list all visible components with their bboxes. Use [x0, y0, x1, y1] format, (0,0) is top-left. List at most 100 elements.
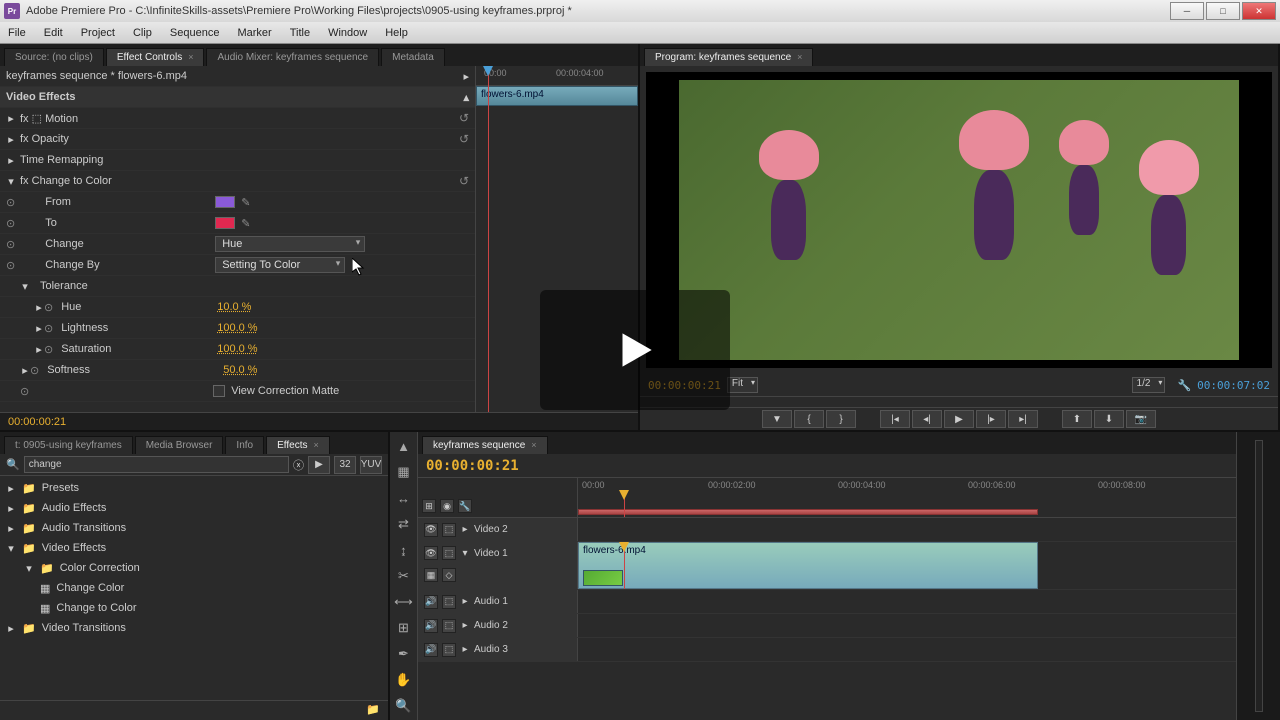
speaker-icon[interactable]: 🔊 [424, 595, 438, 609]
timeline-timecode[interactable]: 00:00:00:21 [426, 458, 519, 474]
program-preview[interactable] [646, 72, 1272, 368]
effect-time-remapping[interactable]: ▸ Time Remapping [0, 150, 475, 171]
clear-search-icon[interactable]: ⓧ [293, 457, 304, 473]
folder-video-transitions[interactable]: ▸📁Video Transitions [0, 618, 388, 638]
eye-icon[interactable]: 👁 [424, 546, 438, 560]
folder-audio-effects[interactable]: ▸📁Audio Effects [0, 498, 388, 518]
folder-presets[interactable]: ▸📁Presets [0, 478, 388, 498]
saturation-value[interactable]: 100.0 % [217, 343, 257, 355]
reset-icon[interactable]: ↺ [459, 174, 469, 188]
lift-button[interactable]: ⬆ [1062, 410, 1092, 428]
step-back-button[interactable]: ◂| [912, 410, 942, 428]
slide-tool[interactable]: ⊞ [394, 618, 414, 638]
tab-effects[interactable]: Effects× [266, 436, 330, 454]
reset-icon[interactable]: ↺ [459, 111, 469, 125]
menu-help[interactable]: Help [385, 27, 408, 39]
fx-badge-2[interactable]: 32 [334, 456, 356, 474]
folder-audio-transitions[interactable]: ▸📁Audio Transitions [0, 518, 388, 538]
close-icon[interactable]: × [188, 52, 193, 62]
mark-out-button[interactable]: { [794, 410, 824, 428]
fx-badge-1[interactable]: ▶ [308, 456, 330, 474]
pen-tool[interactable]: ✒ [394, 644, 414, 664]
effect-change-color[interactable]: ▦Change Color [0, 578, 388, 598]
menu-marker[interactable]: Marker [237, 27, 271, 39]
ec-timeline-ruler[interactable]: 00:00 00:00:04:00 [476, 66, 638, 86]
eyedropper-icon[interactable]: ✎ [241, 217, 250, 230]
folder-video-effects[interactable]: ▾📁Video Effects [0, 538, 388, 558]
from-swatch[interactable] [215, 196, 235, 208]
change-by-dropdown[interactable]: Setting To Color [215, 257, 345, 273]
rolling-edit-tool[interactable]: ⇄ [394, 514, 414, 534]
hue-value[interactable]: 10.0 % [217, 301, 251, 313]
tab-metadata[interactable]: Metadata [381, 48, 445, 66]
rate-stretch-tool[interactable]: ↨ [394, 540, 414, 560]
view-matte-checkbox[interactable] [213, 385, 225, 397]
mark-clip-button[interactable]: } [826, 410, 856, 428]
eye-icon[interactable]: 👁 [424, 523, 438, 537]
close-icon[interactable]: × [314, 440, 319, 450]
video-play-overlay[interactable] [540, 290, 730, 410]
tab-timeline-sequence[interactable]: keyframes sequence× [422, 436, 548, 454]
fit-dropdown[interactable]: Fit [727, 377, 758, 393]
play-button[interactable]: ▶ [944, 410, 974, 428]
mark-in-button[interactable]: ▼ [762, 410, 792, 428]
timeline-ruler[interactable]: 00:00 00:00:02:00 00:00:04:00 00:00:06:0… [578, 478, 1236, 518]
menu-clip[interactable]: Clip [133, 27, 152, 39]
settings-icon[interactable]: 🔧 [1177, 379, 1191, 392]
softness-value[interactable]: 50.0 % [223, 364, 257, 376]
marker-icon[interactable]: ◉ [440, 499, 454, 513]
work-area-bar[interactable] [578, 509, 1038, 515]
tab-info[interactable]: Info [225, 436, 264, 454]
effect-motion[interactable]: ▸ fx ⬚ Motion↺ [0, 108, 475, 129]
ec-playhead[interactable] [488, 66, 489, 412]
close-icon[interactable]: × [797, 52, 802, 62]
effect-change-to-color[interactable]: ▾ fx Change to Color↺ [0, 171, 475, 192]
minimize-button[interactable]: ─ [1170, 2, 1204, 20]
resolution-dropdown[interactable]: 1/2 [1132, 377, 1166, 393]
extract-button[interactable]: ⬇ [1094, 410, 1124, 428]
track-select-tool[interactable]: ▦ [394, 462, 414, 482]
close-icon[interactable]: × [531, 440, 536, 450]
eyedropper-icon[interactable]: ✎ [241, 196, 250, 209]
step-fwd-button[interactable]: |▸ [976, 410, 1006, 428]
go-to-out-button[interactable]: ▸| [1008, 410, 1038, 428]
change-dropdown[interactable]: Hue [215, 236, 365, 252]
effect-change-to-color[interactable]: ▦Change to Color [0, 598, 388, 618]
menu-project[interactable]: Project [81, 27, 115, 39]
param-tolerance[interactable]: ▾Tolerance [0, 276, 475, 297]
razor-tool[interactable]: ✂ [394, 566, 414, 586]
tab-audio-mixer[interactable]: Audio Mixer: keyframes sequence [206, 48, 379, 66]
fx-badge-3[interactable]: YUV [360, 456, 382, 474]
timeline-clip[interactable]: flowers-6.mp4 [578, 542, 1038, 589]
lightness-value[interactable]: 100.0 % [217, 322, 257, 334]
tab-source[interactable]: Source: (no clips) [4, 48, 104, 66]
snap-icon[interactable]: ⊞ [422, 499, 436, 513]
tab-program[interactable]: Program: keyframes sequence× [644, 48, 813, 66]
tab-effect-controls[interactable]: Effect Controls× [106, 48, 205, 66]
menu-title[interactable]: Title [290, 27, 310, 39]
effect-opacity[interactable]: ▸ fx Opacity↺ [0, 129, 475, 150]
to-swatch[interactable] [215, 217, 235, 229]
folder-color-correction[interactable]: ▾📁Color Correction [0, 558, 388, 578]
selection-tool[interactable]: ▲ [394, 436, 414, 456]
menu-edit[interactable]: Edit [44, 27, 63, 39]
menu-sequence[interactable]: Sequence [170, 27, 220, 39]
ec-clip-bar[interactable]: flowers-6.mp4 [476, 86, 638, 106]
export-frame-button[interactable]: 📷 [1126, 410, 1156, 428]
go-to-in-button[interactable]: |◂ [880, 410, 910, 428]
tab-project[interactable]: t: 0905-using keyframes [4, 436, 133, 454]
settings-icon[interactable]: 🔧 [458, 499, 472, 513]
close-button[interactable]: ✕ [1242, 2, 1276, 20]
program-ruler[interactable] [640, 396, 1278, 408]
new-bin-icon[interactable]: 📁 [366, 703, 380, 718]
zoom-tool[interactable]: 🔍 [394, 696, 414, 716]
speaker-icon[interactable]: 🔊 [424, 643, 438, 657]
speaker-icon[interactable]: 🔊 [424, 619, 438, 633]
menu-window[interactable]: Window [328, 27, 367, 39]
slip-tool[interactable]: ⟷ [394, 592, 414, 612]
timeline-playhead[interactable] [624, 490, 625, 517]
hand-tool[interactable]: ✋ [394, 670, 414, 690]
effects-search-input[interactable] [24, 456, 289, 473]
ec-timecode[interactable]: 00:00:00:21 [8, 416, 66, 428]
maximize-button[interactable]: □ [1206, 2, 1240, 20]
